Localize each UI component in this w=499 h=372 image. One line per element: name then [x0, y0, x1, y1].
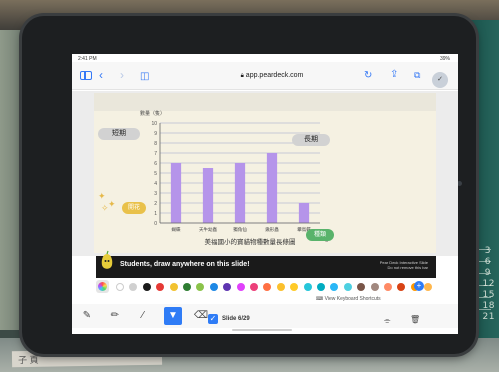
star-decoration: ✦ ✦ ✧ [98, 191, 126, 213]
banner-sub-line: Do not remove this bar [387, 265, 428, 270]
y-tick-label: 0 [154, 221, 157, 227]
color-swatch[interactable] [263, 283, 272, 291]
star-icon: ✦ [98, 191, 106, 201]
color-swatch[interactable] [424, 283, 433, 291]
peardeck-banner: Students, draw anywhere on this slide! P… [96, 250, 436, 278]
browser-toolbar: ‹ › ◫ 🔒︎ app.peardeck.com ↻ ⇪ ⧉ ✓ [72, 62, 458, 90]
color-swatch[interactable] [397, 283, 406, 291]
note-text: 子 頁 [17, 354, 39, 366]
back-icon[interactable]: ‹ [99, 69, 103, 81]
color-swatch[interactable] [357, 283, 366, 291]
tag-category: 種類 [306, 229, 334, 241]
color-swatch[interactable] [370, 283, 379, 291]
chalk-number: 21 [482, 312, 495, 322]
color-swatch[interactable] [183, 283, 191, 291]
chart-bar [266, 153, 278, 223]
y-tick-label: 8 [154, 141, 157, 147]
tag-long-term: 長期 [292, 134, 330, 146]
pear-logo-icon [101, 250, 113, 269]
keyboard-shortcuts-link[interactable]: ⌨ View Keyboard Shortcuts [316, 296, 381, 302]
color-swatch[interactable] [223, 283, 232, 291]
y-tick-label: 4 [154, 181, 157, 187]
chart-bar [234, 163, 246, 223]
trash-icon[interactable]: 🗑︎ [410, 315, 420, 324]
brush-icon[interactable]: ⁄ [134, 307, 152, 325]
y-tick-label: 2 [154, 201, 157, 207]
color-swatch[interactable] [116, 283, 124, 291]
x-tick-label: 獨角仙 [233, 226, 247, 233]
forward-icon[interactable]: › [120, 69, 124, 81]
bar-chart: 數量（隻）012345678910蝴蝶天牛幼蟲獨角仙鍬形蟲攀鳥蝶種類美福國小的寶… [140, 110, 328, 246]
tablet-screen: 2:41 PM 39% ‹ › ◫ 🔒︎ app.peardeck.com ↻ ⇪… [72, 54, 458, 334]
chart-bars [170, 153, 310, 223]
chart-bar [170, 163, 182, 223]
color-swatch[interactable] [303, 283, 312, 291]
pencil-icon[interactable]: ✏ [106, 307, 124, 325]
y-axis-label: 數量（隻） [140, 110, 165, 117]
color-swatch[interactable] [129, 283, 138, 291]
chalk-number: 18 [482, 301, 495, 311]
color-swatch[interactable] [330, 283, 339, 291]
chalk-number: 9 [484, 268, 491, 278]
drawing-toolbar: ✎ ✏ ⁄ ▼ ⌫ [72, 304, 458, 328]
chat-icon[interactable]: ⌯ [384, 316, 390, 326]
tabs-icon[interactable]: ⧉ [414, 70, 420, 81]
tag-short-term: 短期 [98, 128, 140, 140]
home-indicator [232, 329, 292, 331]
reload-icon[interactable]: ↻ [364, 70, 372, 81]
y-tick-label: 5 [154, 171, 157, 177]
pen-icon[interactable]: ✎ [78, 307, 96, 325]
chart-bar [202, 168, 214, 223]
x-tick-label: 蝴蝶 [172, 226, 181, 233]
color-swatch[interactable] [384, 283, 392, 291]
banner-subtext: Pear Deck Interactive Slide Do not remov… [380, 260, 428, 270]
tablet-device: 2:41 PM 39% ‹ › ◫ 🔒︎ app.peardeck.com ↻ ⇪… [22, 16, 476, 354]
color-swatch[interactable] [142, 283, 151, 291]
chalk-number: 15 [482, 290, 495, 300]
slide-counter: Slide 6/29 [222, 316, 250, 322]
x-tick-label: 鍬形蟲 [265, 226, 279, 233]
color-swatch[interactable] [169, 283, 178, 291]
keyboard-hint-text: View Keyboard Shortcuts [324, 296, 381, 302]
share-icon[interactable]: ⇪ [390, 69, 398, 80]
color-swatch[interactable] [236, 283, 245, 291]
chalk-number: 6 [484, 257, 491, 267]
slide-area[interactable]: 數量（隻）012345678910蝴蝶天牛幼蟲獨角仙鍬形蟲攀鳥蝶種類美福國小的寶… [72, 91, 458, 256]
chart-caption: 美福國小的寶貓物種數量長條圖 [205, 237, 296, 246]
color-swatch[interactable] [290, 283, 299, 291]
y-tick-label: 6 [154, 161, 157, 167]
color-palette [96, 278, 436, 296]
banner-text: Students, draw anywhere on this slide! [120, 261, 250, 268]
address-bar[interactable]: 🔒︎ app.peardeck.com [212, 72, 332, 80]
x-tick-label: 天牛幼蟲 [199, 226, 217, 233]
color-swatch[interactable] [317, 283, 325, 291]
chalk-number: 3 [484, 246, 491, 256]
color-swatch[interactable] [276, 283, 285, 291]
y-tick-label: 9 [154, 131, 157, 137]
color-swatch[interactable] [343, 283, 352, 291]
y-tick-label: 1 [154, 211, 157, 217]
tab-icon[interactable]: ◫ [140, 71, 149, 83]
lock-icon: 🔒︎ [240, 73, 244, 79]
color-swatch[interactable] [250, 283, 258, 291]
slide-canvas[interactable]: 數量（隻）012345678910蝴蝶天牛幼蟲獨角仙鍬形蟲攀鳥蝶種類美福國小的寶… [94, 93, 436, 253]
y-tick-label: 3 [154, 191, 157, 197]
y-tick-label: 7 [154, 151, 157, 157]
star-icon: ✦ [108, 199, 116, 209]
color-swatch[interactable] [196, 283, 205, 291]
color-swatch[interactable] [209, 283, 218, 291]
chalk-number: 12 [482, 279, 495, 289]
url-text: app.peardeck.com [245, 72, 304, 79]
color-swatch[interactable] [156, 283, 165, 291]
chart-bar [298, 203, 310, 223]
more-icon[interactable]: ✓ [432, 72, 448, 88]
sidebar-icon[interactable] [80, 71, 92, 80]
star-icon: ✧ [101, 203, 109, 213]
add-color-icon[interactable]: + [414, 281, 424, 291]
chart-axes: 數量（隻）012345678910蝴蝶天牛幼蟲獨角仙鍬形蟲攀鳥蝶種類美福國小的寶… [140, 110, 328, 246]
highlighter-icon[interactable]: ▼ [164, 307, 182, 325]
y-tick-label: 10 [151, 121, 157, 127]
color-picker-icon[interactable] [96, 280, 109, 293]
checkbox-icon[interactable]: ✓ [208, 314, 218, 324]
